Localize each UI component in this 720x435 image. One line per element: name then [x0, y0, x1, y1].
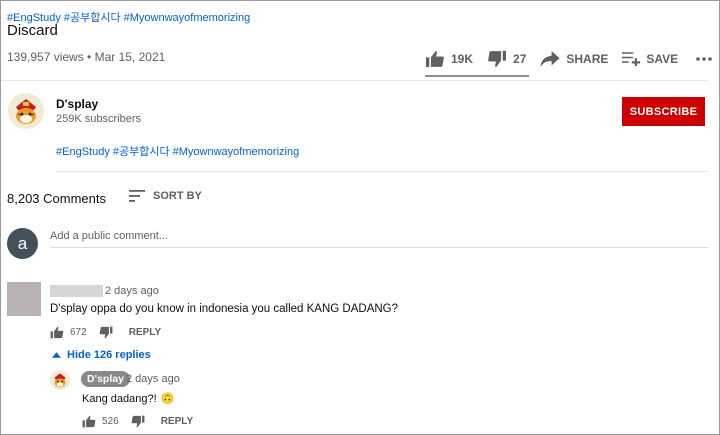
- current-user-avatar: a: [7, 228, 38, 259]
- reply-timestamp: 2 days ago: [126, 373, 180, 385]
- reply-like-button[interactable]: [82, 415, 96, 428]
- comment-timestamp: 2 days ago: [105, 285, 159, 297]
- share-button[interactable]: SHARE: [540, 51, 608, 67]
- share-arrow-icon: [540, 51, 560, 67]
- reply-actions: 526 REPLY: [82, 415, 193, 428]
- add-comment-underline: [50, 247, 708, 248]
- comment-actions: 672 REPLY: [50, 326, 161, 339]
- sort-by-label: SORT BY: [153, 190, 202, 202]
- channel-name[interactable]: D'splay: [56, 97, 98, 111]
- like-ratio-bar: [425, 75, 529, 77]
- more-actions-button[interactable]: [696, 57, 712, 61]
- reply-author-avatar[interactable]: [50, 370, 70, 390]
- comment-like-button[interactable]: [50, 326, 64, 339]
- save-button[interactable]: SAVE: [622, 52, 678, 66]
- hide-replies-button[interactable]: Hide 126 replies: [52, 349, 151, 361]
- divider: [1, 80, 708, 81]
- like-button[interactable]: 19K: [425, 50, 473, 68]
- reply-text-row: Kang dadang?! 🙃: [82, 392, 175, 406]
- dislike-count: 27: [513, 52, 527, 66]
- sort-icon: [129, 190, 145, 202]
- video-title: Discard: [7, 22, 58, 39]
- description-hashtags[interactable]: #EngStudy #공부합시다 #Myownwayofmemorizing: [56, 143, 299, 159]
- thumbs-up-icon: [426, 50, 444, 68]
- commenter-name-redacted: [50, 285, 103, 297]
- video-actions-bar: 19K 27 SHARE SAVE: [425, 45, 719, 73]
- reply-author-badge[interactable]: D'splay: [81, 371, 130, 387]
- chevron-up-icon: [52, 352, 61, 358]
- comment-reply-button[interactable]: REPLY: [129, 327, 161, 338]
- comment-like-count: 672: [70, 327, 87, 338]
- thumbs-down-icon: [99, 326, 113, 339]
- dislike-button[interactable]: 27: [487, 50, 526, 68]
- thumbs-up-icon: [50, 326, 64, 339]
- reply-like-count: 526: [102, 416, 119, 427]
- comment-text: D'splay oppa do you know in indonesia yo…: [50, 303, 399, 315]
- subscribe-button[interactable]: SUBSCRIBE: [622, 97, 705, 126]
- video-views-date: 139,957 views • Mar 15, 2021: [7, 50, 166, 64]
- like-count: 19K: [451, 52, 474, 66]
- reply-reply-button[interactable]: REPLY: [161, 416, 193, 427]
- share-label: SHARE: [566, 52, 609, 66]
- thumbs-down-icon: [488, 50, 507, 68]
- add-comment-input[interactable]: Add a public comment...: [50, 230, 168, 242]
- commenter-avatar[interactable]: [7, 282, 41, 316]
- youtube-video-page: #EngStudy #공부합시다 #Myownwayofmemorizing D…: [0, 0, 720, 435]
- thumbs-down-icon: [131, 415, 145, 428]
- save-label: SAVE: [646, 52, 679, 66]
- reply-text: Kang dadang?!: [82, 392, 157, 405]
- divider: [56, 171, 708, 172]
- thumbs-up-icon: [82, 415, 96, 428]
- more-horizontal-icon: [696, 57, 712, 61]
- channel-subscriber-count: 259K subscribers: [56, 113, 141, 125]
- tiger-logo-icon: [50, 370, 70, 390]
- upside-down-face-emoji: 🙃: [160, 393, 175, 405]
- tiger-logo-icon: [8, 93, 44, 129]
- comment-dislike-button[interactable]: [99, 326, 113, 339]
- channel-avatar[interactable]: [8, 93, 44, 129]
- hide-replies-label: Hide 126 replies: [67, 349, 151, 361]
- reply-dislike-button[interactable]: [131, 415, 145, 428]
- sort-by-button[interactable]: SORT BY: [129, 190, 202, 202]
- comment-count: 8,203 Comments: [7, 191, 106, 206]
- playlist-add-icon: [622, 52, 641, 66]
